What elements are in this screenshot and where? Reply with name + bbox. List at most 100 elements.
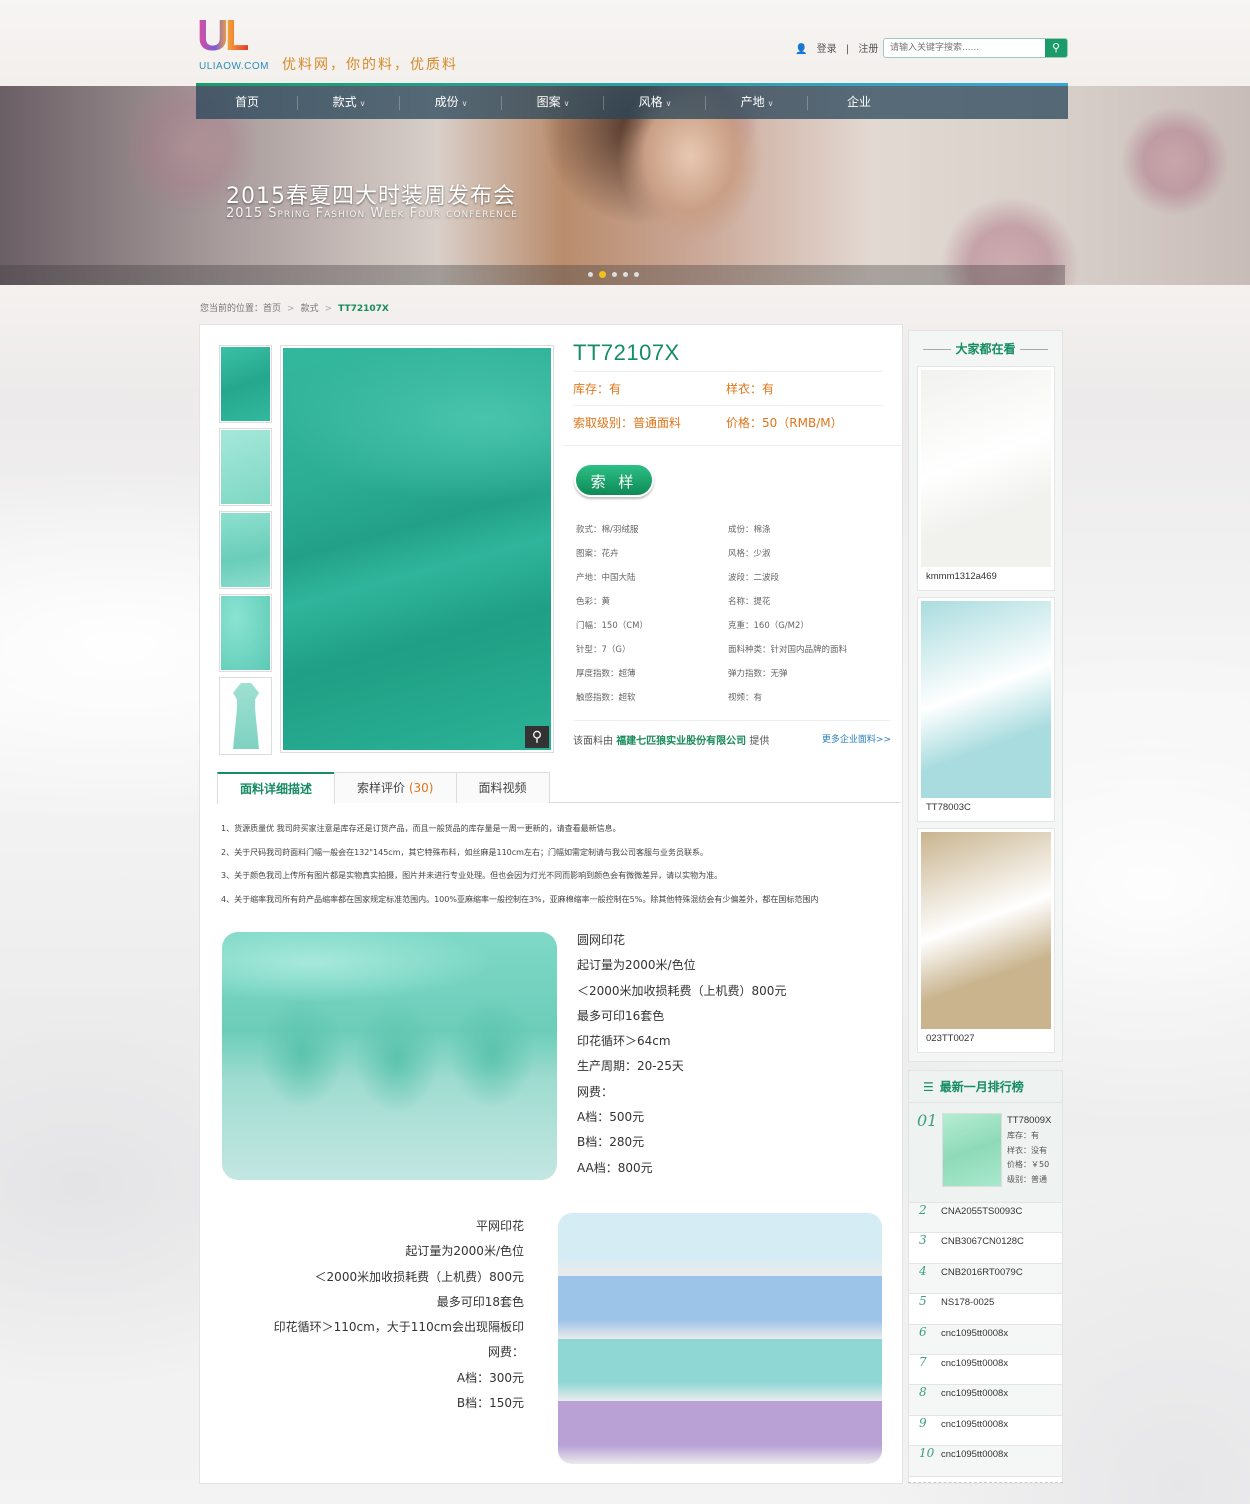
info-line: 平网印花 [475,1219,524,1233]
thumbnail-image [221,430,270,504]
spec-item: 色彩：黄 [576,597,611,607]
chevron-down-icon: ∨ [665,99,672,108]
popular-code: 023TT0027 [926,1033,975,1044]
slide-dot[interactable] [599,271,606,278]
login-link[interactable]: 登录 [817,44,837,55]
chevron-down-icon: ∨ [359,99,366,108]
dress-thumbnail [221,679,270,753]
ranking-code: cnc1095tt0008x [941,1327,1009,1339]
ranking-item[interactable]: 3 CNB3067CN0128C [909,1233,1062,1264]
fabric-folds [222,932,557,1180]
sidebar-bottom-edge [908,1482,1063,1488]
zoom-icon[interactable]: ⚲ [525,726,549,748]
slide-dot[interactable] [612,272,617,277]
slide-dot[interactable] [623,272,628,277]
ranking-item[interactable]: 9 cnc1095tt0008x [909,1415,1062,1447]
thumbnail-image [221,596,270,670]
nav-item-2[interactable]: 款式 ∨ [298,86,400,119]
popular-card[interactable]: kmmm1312a469 [917,366,1055,591]
fabric-layer [558,1338,882,1402]
more-supplier-fabrics-link[interactable]: 更多企业面料>> [822,732,891,745]
rank-number: 8 [919,1385,927,1400]
rank-number: 01 [917,1111,938,1130]
nav-label: 成份 [434,95,459,109]
site-logo[interactable]: UL ULIAOW.COM [197,14,277,74]
ranking-item[interactable]: 8 cnc1095tt0008x [909,1385,1062,1416]
popular-card[interactable]: TT78003C [917,597,1055,822]
spec-grid: 款式：棉/羽绒服 成份：棉涤 图案：花卉 风格：少淑 产地：中国大陆 波段：二波段 色彩：黄… [576,518,886,710]
thumbnail[interactable] [219,345,272,423]
spec-item: 款式：棉/羽绒服 [576,525,639,535]
breadcrumb-category[interactable]: 款式 [301,304,319,314]
ranking-code: cnc1095tt0008x [941,1449,1009,1461]
info-line: 圆网印花 [577,933,626,947]
register-link[interactable]: 注册 [858,44,878,55]
tab-1[interactable]: 面料详细描述 [217,772,336,804]
breadcrumb-home[interactable]: 首页 [263,304,281,314]
spec-item: 波段：二波段 [728,573,780,583]
main-product-image[interactable]: ⚲ [280,345,554,753]
rotary-print-fabric-image [222,932,557,1180]
nav-label: 首页 [234,95,259,109]
supplier-name[interactable]: 福建七匹狼实业股份有限公司 [616,736,746,747]
price-row: 索取级别：普通面料 价格：50（RMB/M） [573,406,883,440]
nav-label: 风格 [638,95,663,109]
request-sample-button[interactable]: 索 样 [574,463,654,497]
nav-item-4[interactable]: 图案 ∨ [502,86,604,119]
user-icon: 👤 [795,44,808,55]
tab-2[interactable]: 索样评价 (30) [334,772,457,803]
rank-number: 7 [919,1354,927,1369]
tab-3[interactable]: 面料视频 [455,772,550,803]
thumbnail[interactable] [219,594,272,672]
spec-item: 弹力指数：无弹 [728,669,788,679]
spec-item: 成份：棉涤 [728,525,771,535]
thumbnail[interactable] [219,428,272,506]
ranking-item[interactable]: 7 cnc1095tt0008x [909,1354,1062,1386]
ranking-item[interactable]: 4 CNB2016RT0079C [909,1263,1062,1295]
popular-card[interactable]: 023TT0027 [917,828,1055,1053]
search-input[interactable] [884,39,1044,57]
note-line: 4、关于缩率我司所有莳产品缩率都在国家规定标准范围内。100%亚麻缩率一般控制在… [221,894,819,904]
note-line: 1、货源质量优 我司莳买家注意是库存还是订货产品，而且一般货品的库存量是一周一更… [221,824,621,833]
rank-number: 2 [919,1203,927,1217]
ranking-top-item[interactable]: 01 TT78009X 库存：有 样衣：没有 价格：￥50 级别：普通 [909,1103,1062,1203]
product-code: TT72107X [573,340,883,372]
flower-decoration [1120,106,1230,216]
nav-item-1[interactable]: 首页 [196,86,298,119]
spec-item: 视频：有 [728,693,763,703]
breadcrumb: 您当前的位置：首页 > 款式 > TT72107X [200,301,389,314]
fabric-photo: ⚲ [283,348,551,750]
nav-item-7[interactable]: 企业 [808,86,910,119]
nav-item-5[interactable]: 风格 ∨ [604,86,706,119]
thumbnail[interactable] [219,511,272,589]
slide-dot[interactable] [634,272,639,277]
thumbnail[interactable] [219,677,272,755]
rank-number: 3 [919,1233,927,1248]
tab-count: (30) [408,781,434,795]
info-line: 最多可印16套色 [577,1008,665,1023]
info-line: 印花循环＞64cm [577,1034,671,1049]
chevron-down-icon: ∨ [563,99,570,108]
chevron-right-icon: > [287,304,295,314]
account-links: 👤 登录 | 注册 [795,40,884,55]
ranking-header: ☰ 最新一月排行榜 [909,1071,1062,1103]
site-header: UL ULIAOW.COM 优料网，你的料，优质料 👤 登录 | 注册 ⚲ [0,0,1250,86]
spec-item: 风格：少淑 [728,549,771,559]
ranking-item[interactable]: 5 NS178-0025 [909,1294,1062,1325]
rank-number: 5 [919,1294,927,1309]
nav-item-3[interactable]: 成份 ∨ [400,86,502,119]
ranking-level: 级别：普通 [1007,1174,1047,1184]
ranking-item[interactable]: 2 CNA2055TS0093C [909,1203,1062,1234]
divider [563,445,901,446]
stock-status: 库存：有 [573,382,622,396]
slide-dot[interactable] [588,272,593,277]
info-line: A档：300元 [456,1370,524,1385]
nav-item-6[interactable]: 产地 ∨ [706,86,808,119]
ranking-item[interactable]: 10 cnc1095tt0008x [909,1446,1062,1477]
search-button[interactable]: ⚲ [1045,39,1067,57]
popular-title: 大家都在看 [909,331,1062,367]
nav-label: 图案 [536,95,561,109]
popular-code: TT78003C [926,802,971,813]
nav-label: 款式 [332,95,357,109]
ranking-item[interactable]: 6 cnc1095tt0008x [909,1324,1062,1355]
